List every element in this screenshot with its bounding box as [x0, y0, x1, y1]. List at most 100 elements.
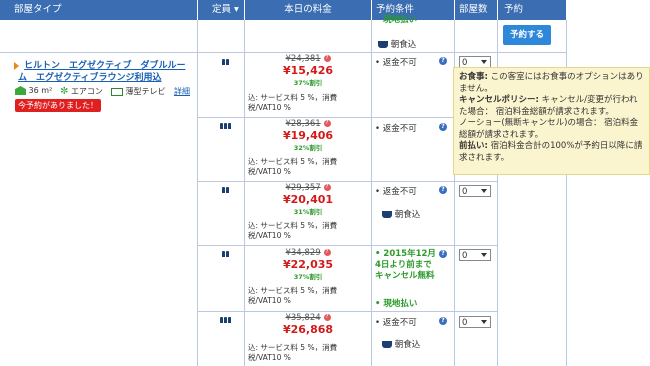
- payment-label: 現地払い: [383, 299, 418, 309]
- room-name-line1: ヒルトン エグゼクティブ ダブルルー: [24, 61, 186, 71]
- discounted-price: ¥19,406: [282, 129, 334, 142]
- tax-line2: 税/VAT10 %: [248, 296, 291, 305]
- condition: • 返金不可: [375, 58, 417, 68]
- room-count-select[interactable]: 0: [459, 249, 491, 261]
- tax-line2: 税/VAT10 %: [248, 103, 291, 112]
- info-icon[interactable]: ?: [323, 314, 331, 321]
- cancel-label: キャンセルポリシー:: [459, 95, 539, 105]
- capacity-icon: [222, 250, 230, 260]
- tv-icon: [111, 87, 123, 96]
- tax-line1: 込: サービス料 5 %，消費: [248, 343, 338, 352]
- condition-text: 返金不可: [382, 187, 417, 197]
- tax-line2: 税/VAT10 %: [248, 353, 291, 362]
- discount-label: 32%割引: [293, 144, 323, 152]
- tooltip-meal: お食事: この客室にはお食事のオプションはありません。: [459, 72, 644, 95]
- book-button[interactable]: 予約する: [503, 25, 551, 45]
- breakfast-info: 朝食込: [382, 208, 420, 220]
- rate-row: ¥29,357 ? ¥20,401 31%割引: [245, 183, 371, 216]
- original-price: ¥35,824: [285, 313, 321, 323]
- discount-label: 37%割引: [293, 273, 323, 281]
- room-name-link[interactable]: ヒルトン エグゼクティブ ダブルルー ム エグゼクティブラウンジ利用込: [18, 60, 193, 84]
- breakfast-icon: [378, 41, 388, 48]
- chevron-down-icon: [481, 60, 487, 64]
- tax-line1: 込: サービス料 5 %，消費: [248, 286, 338, 295]
- header-capacity-label: 定員: [212, 4, 232, 15]
- capacity-icon: [222, 58, 230, 68]
- tax-info: 込: サービス料 5 %，消費 税/VAT10 %: [248, 286, 337, 306]
- condition-text: 返金不可: [382, 124, 417, 134]
- help-icon[interactable]: ?: [439, 186, 447, 194]
- rate-row: ¥35,824 ? ¥26,868: [245, 313, 371, 336]
- condition-text: 返金不可: [382, 58, 417, 68]
- breakfast-label: 朝食込: [394, 210, 421, 220]
- header-rooms-label: 部屋数: [459, 4, 488, 15]
- header-room-type-label: 部屋タイプ: [14, 4, 62, 15]
- grid-line: [197, 311, 497, 312]
- breakfast-info: 朝食込: [382, 338, 420, 350]
- prepay-label: 前払い:: [459, 141, 488, 151]
- info-icon[interactable]: ?: [323, 120, 331, 127]
- info-icon[interactable]: ?: [323, 184, 331, 191]
- grid-line: [197, 181, 497, 182]
- details-link[interactable]: 詳細: [174, 86, 190, 97]
- header-price: 本日の料金: [245, 0, 371, 20]
- original-price: ¥34,829: [285, 248, 321, 258]
- help-icon[interactable]: ?: [439, 123, 447, 131]
- discount-label: 31%割引: [293, 208, 323, 216]
- header-rooms: 部屋数: [455, 0, 497, 20]
- tax-info: 込: サービス料 5 %，消費 税/VAT10 %: [248, 93, 337, 113]
- top-payment: 現地払い: [383, 15, 418, 25]
- breakfast-icon: [382, 211, 392, 218]
- chevron-down-icon: [481, 253, 487, 257]
- header-price-label: 本日の料金: [284, 4, 332, 15]
- breakfast-label: 朝食込: [394, 340, 421, 350]
- original-price: ¥28,361: [285, 119, 321, 129]
- grid-line: [197, 20, 198, 366]
- breakfast-icon: [382, 341, 392, 348]
- header-capacity[interactable]: 定員 ▾: [198, 0, 244, 20]
- condition-text: 2015年12月4日より前までキャンセル無料: [375, 249, 436, 281]
- discount-label: 37%割引: [293, 79, 323, 87]
- info-icon[interactable]: ?: [323, 55, 331, 62]
- header-reserve-label: 予約: [504, 4, 524, 15]
- help-icon[interactable]: ?: [439, 57, 447, 65]
- discounted-price: ¥26,868: [282, 323, 334, 336]
- original-price: ¥29,357: [285, 183, 321, 193]
- tooltip-prepay: 前払い: 宿泊料金合計の100%が予約日以降に請求されます。: [459, 141, 644, 164]
- condition: • 返金不可: [375, 187, 417, 197]
- room-count-select[interactable]: 0: [459, 185, 491, 197]
- header-room-type: 部屋タイプ: [0, 0, 197, 20]
- chevron-down-icon: [481, 320, 487, 324]
- rate-row: ¥28,361 ? ¥19,406 32%割引: [245, 119, 371, 152]
- booking-alert-badge: 今予約がありました！: [15, 99, 101, 112]
- tooltip-cancel: キャンセルポリシー: キャンセル/変更が行われた場合： 宿泊料金総額が請求されま…: [459, 95, 644, 118]
- area-info: 36 m²: [15, 86, 52, 95]
- rate-row: ¥34,829 ? ¥22,035 37%割引: [245, 248, 371, 281]
- room-count-value: 0: [462, 187, 468, 197]
- discounted-price: ¥22,035: [282, 258, 334, 271]
- grid-line: [371, 20, 372, 366]
- payment-info: • 現地払い: [375, 299, 418, 309]
- condition-text: 返金不可: [382, 318, 417, 328]
- tax-info: 込: サービス料 5 %，消費 税/VAT10 %: [248, 221, 337, 241]
- grid-line: [197, 117, 497, 118]
- tax-info: 込: サービス料 5 %，消費 税/VAT10 %: [248, 343, 337, 363]
- rate-row: ¥24,381 ? ¥15,426 37%割引: [245, 54, 371, 87]
- capacity-icon: [220, 316, 232, 326]
- condition: • 返金不可: [375, 318, 417, 328]
- top-breakfast: 朝食込: [378, 38, 416, 50]
- tax-info: 込: サービス料 5 %，消費 税/VAT10 %: [248, 157, 337, 177]
- tax-line1: 込: サービス料 5 %，消費: [248, 221, 338, 230]
- header-reserve: 予約: [498, 0, 566, 20]
- room-count-select[interactable]: 0: [459, 316, 491, 328]
- grid-line: [197, 245, 497, 246]
- sort-down-icon: ▾: [234, 4, 239, 15]
- room-name-line2: ム エグゼクティブラウンジ利用込: [18, 73, 162, 83]
- meal-label: お食事:: [459, 72, 488, 82]
- help-icon[interactable]: ?: [439, 250, 447, 258]
- help-icon[interactable]: ?: [439, 317, 447, 325]
- room-count-value: 0: [462, 251, 468, 261]
- discounted-price: ¥20,401: [282, 193, 334, 206]
- info-icon[interactable]: ?: [323, 249, 331, 256]
- tax-line2: 税/VAT10 %: [248, 231, 291, 240]
